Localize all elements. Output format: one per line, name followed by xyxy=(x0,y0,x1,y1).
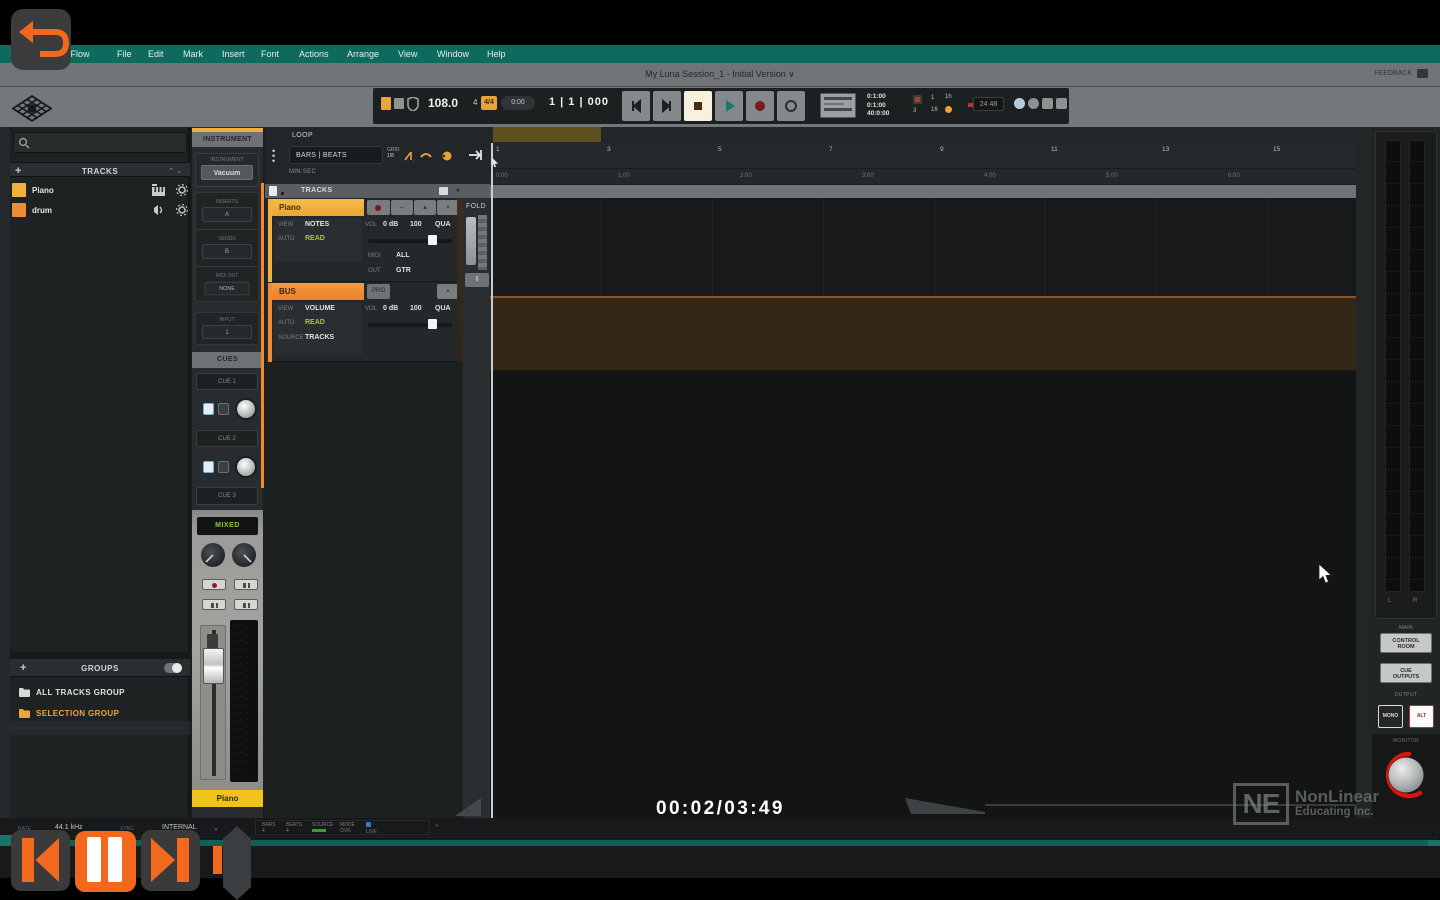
svg-text:,: , xyxy=(413,158,414,163)
